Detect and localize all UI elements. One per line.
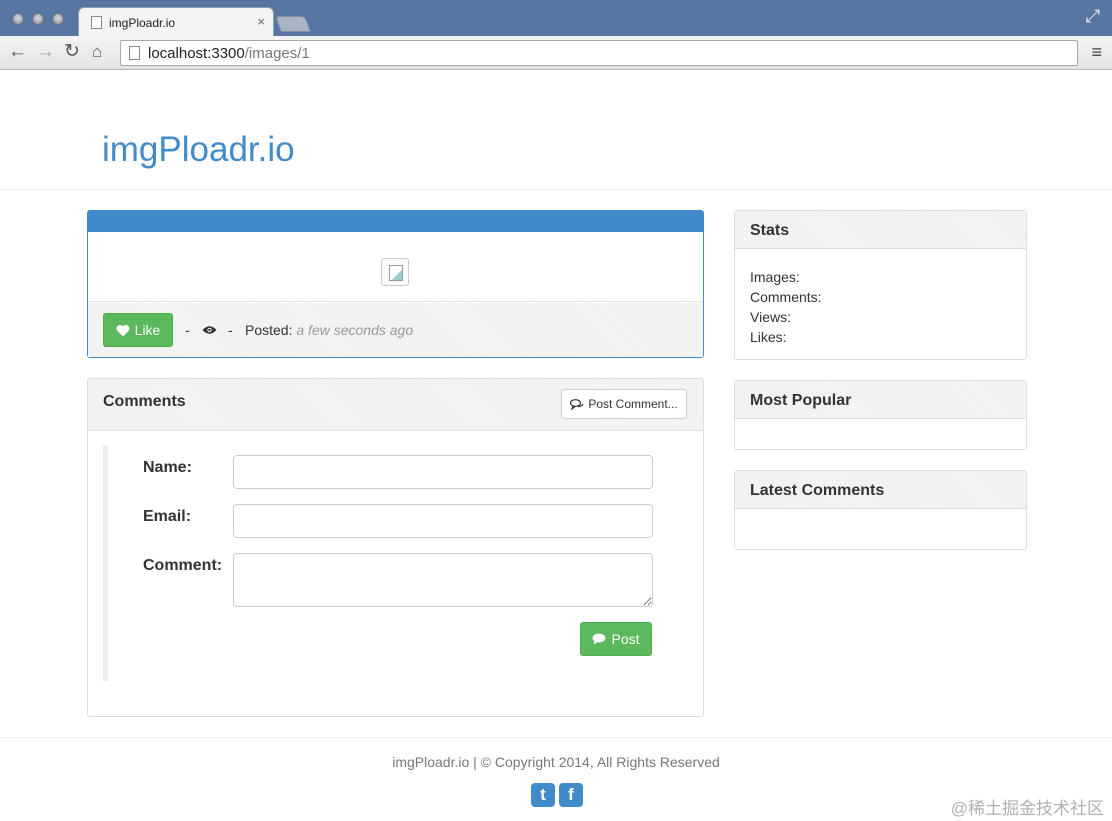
latest-comments-title: Latest Comments (750, 482, 885, 499)
most-popular-heading: Most Popular (735, 381, 1026, 419)
meta-separator: - (228, 322, 233, 338)
posted-time: a few seconds ago (296, 322, 414, 338)
footer-divider (0, 737, 1112, 738)
stats-panel-heading: Stats (735, 211, 1026, 249)
window-close-icon[interactable] (12, 13, 24, 25)
window-minimize-icon[interactable] (32, 13, 44, 25)
tab-title: imgPloadr.io (109, 16, 176, 30)
email-input[interactable] (233, 504, 653, 538)
tab-close-icon[interactable]: × (257, 14, 265, 29)
image-panel-footer: Like - - Posted: a few seconds ago (88, 303, 703, 357)
stat-images: Images: (750, 269, 800, 285)
watermark: @稀土掘金技术社区 (950, 799, 1104, 818)
post-button-label: Post (611, 631, 640, 647)
stat-comments: Comments: (750, 289, 822, 305)
broken-image-icon (381, 258, 409, 286)
new-tab-button[interactable] (275, 16, 311, 32)
site-brand[interactable]: imgPloadr.io (102, 130, 295, 170)
stat-likes: Likes: (750, 329, 787, 345)
most-popular-panel: Most Popular (734, 380, 1027, 450)
most-popular-title: Most Popular (750, 392, 852, 409)
stat-views: Views: (750, 309, 791, 325)
facebook-icon[interactable]: f (559, 783, 583, 807)
post-button[interactable]: Post (580, 622, 652, 656)
name-label: Name: (143, 459, 192, 476)
post-comment-button[interactable]: Post Comment... (561, 389, 687, 419)
stats-panel: Stats Images: Comments: Views: Likes: (734, 210, 1027, 360)
home-icon[interactable]: ⌂ (92, 41, 102, 63)
latest-comments-panel: Latest Comments (734, 470, 1027, 550)
browser-toolbar: ← → ↻ ⌂ localhost:3300/images/1 ≡ (0, 36, 1112, 70)
comment-textarea[interactable] (233, 553, 653, 607)
menu-icon[interactable]: ≡ (1091, 42, 1102, 63)
latest-comments-heading: Latest Comments (735, 471, 1026, 509)
page-favicon-icon (91, 16, 102, 29)
footer-copyright: imgPloadr.io | © Copyright 2014, All Rig… (392, 754, 720, 770)
header-divider (0, 189, 1112, 190)
email-label: Email: (143, 508, 192, 525)
image-panel-body (88, 232, 703, 302)
image-panel: Like - - Posted: a few seconds ago (87, 210, 704, 358)
stats-list: Images: Comments: Views: Likes: (750, 267, 822, 347)
comments-panel: Comments Post Comment... Name: Email: Co… (87, 378, 704, 717)
fullscreen-icon[interactable]: ⤢ (1086, 6, 1100, 27)
like-button[interactable]: Like (103, 313, 173, 347)
like-button-label: Like (134, 322, 161, 338)
back-icon[interactable]: ← (8, 41, 27, 63)
stats-title: Stats (750, 222, 790, 239)
window-zoom-icon[interactable] (52, 13, 64, 25)
form-quote-bar (103, 445, 108, 681)
browser-tab[interactable]: imgPloadr.io × (78, 7, 274, 37)
image-panel-heading (88, 211, 703, 232)
comment-icon (592, 633, 606, 645)
name-input[interactable] (233, 455, 653, 489)
comment-label: Comment: (143, 557, 223, 574)
url-text: localhost:3300/images/1 (148, 45, 310, 62)
twitter-icon[interactable]: t (531, 783, 555, 807)
eye-icon (202, 326, 217, 334)
posted-info: Posted: a few seconds ago (245, 322, 413, 338)
meta-separator: - (185, 322, 190, 338)
heart-icon (116, 324, 130, 336)
comments-panel-heading: Comments Post Comment... (88, 379, 703, 431)
address-bar[interactable]: localhost:3300/images/1 (120, 40, 1078, 66)
comments-icon (570, 398, 584, 410)
forward-icon[interactable]: → (36, 41, 55, 63)
browser-titlebar: imgPloadr.io × ⤢ (0, 0, 1112, 37)
comments-title: Comments (103, 393, 186, 410)
post-comment-label: Post Comment... (588, 397, 678, 411)
reload-icon[interactable]: ↻ (64, 41, 80, 63)
page-icon (129, 46, 140, 60)
posted-label: Posted: (245, 322, 293, 338)
